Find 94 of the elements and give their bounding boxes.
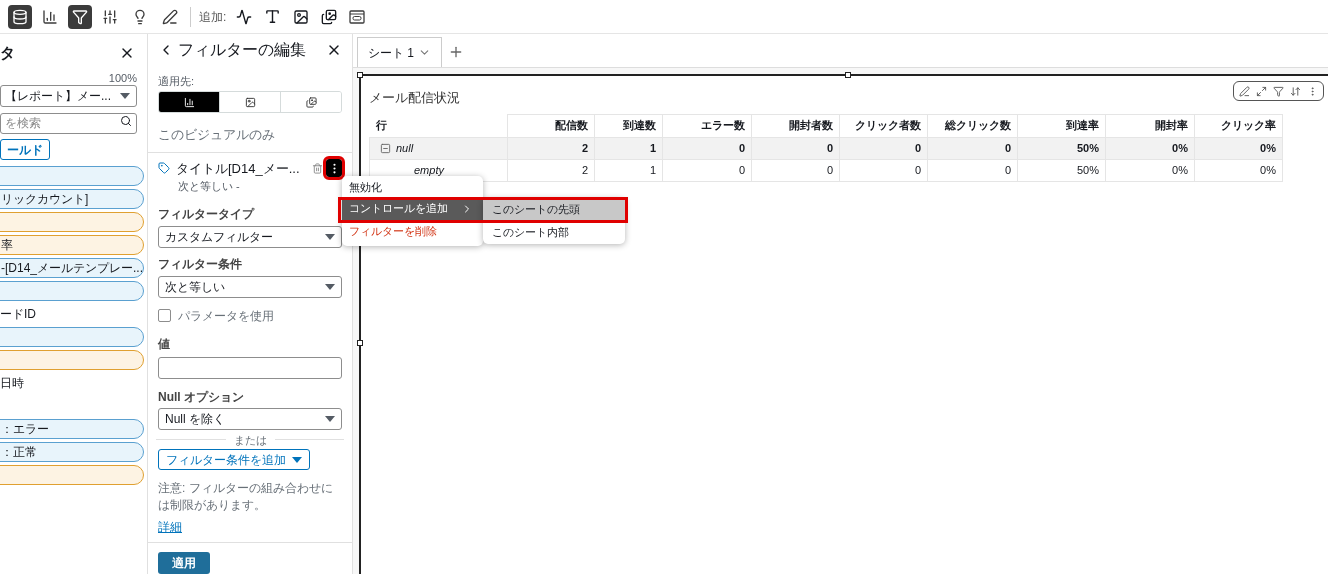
- null-option-dropdown[interactable]: Null を除く: [158, 407, 342, 430]
- table-cell: 0%: [1172, 163, 1188, 176]
- resize-handle[interactable]: [845, 72, 851, 78]
- or-label: または: [233, 432, 267, 448]
- apply-to-label: 適用先:: [158, 73, 196, 89]
- image-icon[interactable]: [293, 8, 310, 25]
- table-cell: 50%: [1076, 163, 1099, 176]
- table-cell: 0: [1004, 163, 1011, 176]
- filter-title[interactable]: タイトル[D14_メー...: [176, 158, 300, 178]
- image-chart-icon[interactable]: [321, 8, 338, 25]
- sort-icon[interactable]: [1290, 85, 1301, 97]
- table-cell: 0%: [1260, 163, 1276, 176]
- add-label: 追加:: [199, 8, 227, 26]
- table-cell: 0: [914, 141, 921, 154]
- panel-title: タ: [0, 42, 15, 63]
- table-cell: 0: [826, 141, 833, 154]
- value-field[interactable]: [158, 356, 342, 379]
- caret-icon: [325, 415, 335, 422]
- tag-icon: [158, 162, 170, 175]
- table-cell: 0: [1004, 141, 1011, 154]
- visual-title: メール配信状況: [369, 89, 460, 107]
- field-pill[interactable]: [0, 350, 144, 370]
- parameter-checkbox[interactable]: [158, 309, 171, 322]
- table-cell: 0: [914, 163, 921, 176]
- expand-icon[interactable]: [1256, 85, 1267, 97]
- bar-chart-icon: [183, 96, 195, 108]
- column-header[interactable]: 行: [375, 119, 387, 131]
- table-cell: 0%: [1260, 141, 1276, 154]
- menu-item[interactable]: フィルターを削除: [342, 220, 483, 243]
- field-label[interactable]: 日時: [0, 374, 24, 392]
- note-text: 注意: フィルターの組み合わせには制限があります。: [158, 480, 334, 514]
- resize-handle[interactable]: [357, 72, 363, 78]
- table-cell: 50%: [1076, 141, 1099, 154]
- field-pill[interactable]: 率: [0, 235, 144, 255]
- table-cell: 2: [581, 163, 588, 176]
- field-pill[interactable]: -[D14_メールテンプレー...: [0, 258, 144, 278]
- checkbox-label: パラメータを使用: [178, 307, 274, 325]
- table-cell: 0: [738, 141, 745, 154]
- table-cell: 0: [738, 163, 745, 176]
- field-pill[interactable]: ：エラー: [0, 419, 144, 439]
- trash-icon[interactable]: [312, 162, 323, 174]
- filter-type-dropdown[interactable]: カスタムフィルター: [158, 225, 342, 248]
- more-button[interactable]: [326, 159, 342, 178]
- field-pill[interactable]: [0, 212, 144, 232]
- collapse-icon[interactable]: [380, 142, 391, 154]
- caret-icon: [325, 283, 335, 290]
- menu-item[interactable]: 無効化: [342, 178, 483, 197]
- filter-subtitle: 次と等しい -: [177, 179, 241, 194]
- line-chart-icon[interactable]: [236, 8, 253, 25]
- field-pill[interactable]: [0, 166, 144, 186]
- condition-dropdown[interactable]: 次と等しい: [158, 275, 342, 298]
- add-sheet-icon[interactable]: [448, 44, 464, 60]
- table-cell: 1: [649, 141, 656, 154]
- search-icon: [120, 115, 132, 127]
- embed-icon[interactable]: [349, 9, 366, 24]
- text-icon[interactable]: [264, 8, 282, 25]
- apply-button[interactable]: 適用: [158, 552, 210, 574]
- details-link[interactable]: 詳細: [158, 520, 182, 534]
- field-button[interactable]: ールド: [0, 139, 50, 160]
- image-icon: [244, 96, 256, 108]
- table-cell: 2: [581, 141, 588, 154]
- add-condition-button[interactable]: フィルター条件を追加: [158, 449, 310, 470]
- images-icon: [305, 96, 317, 108]
- field-label[interactable]: ードID: [0, 305, 36, 323]
- chart-pen-icon[interactable]: [1239, 85, 1250, 97]
- dataset-dropdown[interactable]: 【レポート】メー...: [0, 85, 137, 107]
- field-pill[interactable]: リックカウント]: [0, 189, 144, 209]
- row-label: null: [396, 140, 414, 156]
- field-pill[interactable]: [0, 465, 144, 485]
- panel-title: フィルターの編集: [178, 40, 306, 61]
- table-cell: 1: [649, 163, 656, 176]
- database-icon[interactable]: [8, 4, 32, 29]
- field-label: フィルター条件: [158, 255, 243, 273]
- sheet-tab[interactable]: シート 1: [357, 37, 442, 67]
- field-label: Null オプション: [158, 388, 245, 406]
- field-pill[interactable]: [0, 327, 144, 347]
- row-label: empty: [414, 162, 444, 178]
- caret-icon: [325, 233, 335, 240]
- field-pill[interactable]: [0, 281, 144, 301]
- menu-item[interactable]: このシート内部: [483, 221, 625, 244]
- field-pill[interactable]: ：正常: [0, 442, 144, 462]
- scope-tab[interactable]: [159, 92, 219, 112]
- zoom-level: 100%: [108, 70, 137, 86]
- caret-icon: [292, 456, 302, 463]
- table-cell: 0: [826, 163, 833, 176]
- scope-text: このビジュアルのみ: [158, 126, 276, 144]
- caret-icon: [120, 93, 130, 99]
- field-label: フィルタータイプ: [158, 205, 256, 223]
- field-label: 値: [158, 335, 171, 353]
- resize-handle[interactable]: [357, 340, 363, 346]
- filter-icon[interactable]: [68, 4, 92, 29]
- scope-tab[interactable]: [280, 92, 341, 112]
- table-cell: 0%: [1172, 141, 1188, 154]
- search-field[interactable]: を検索: [0, 112, 137, 134]
